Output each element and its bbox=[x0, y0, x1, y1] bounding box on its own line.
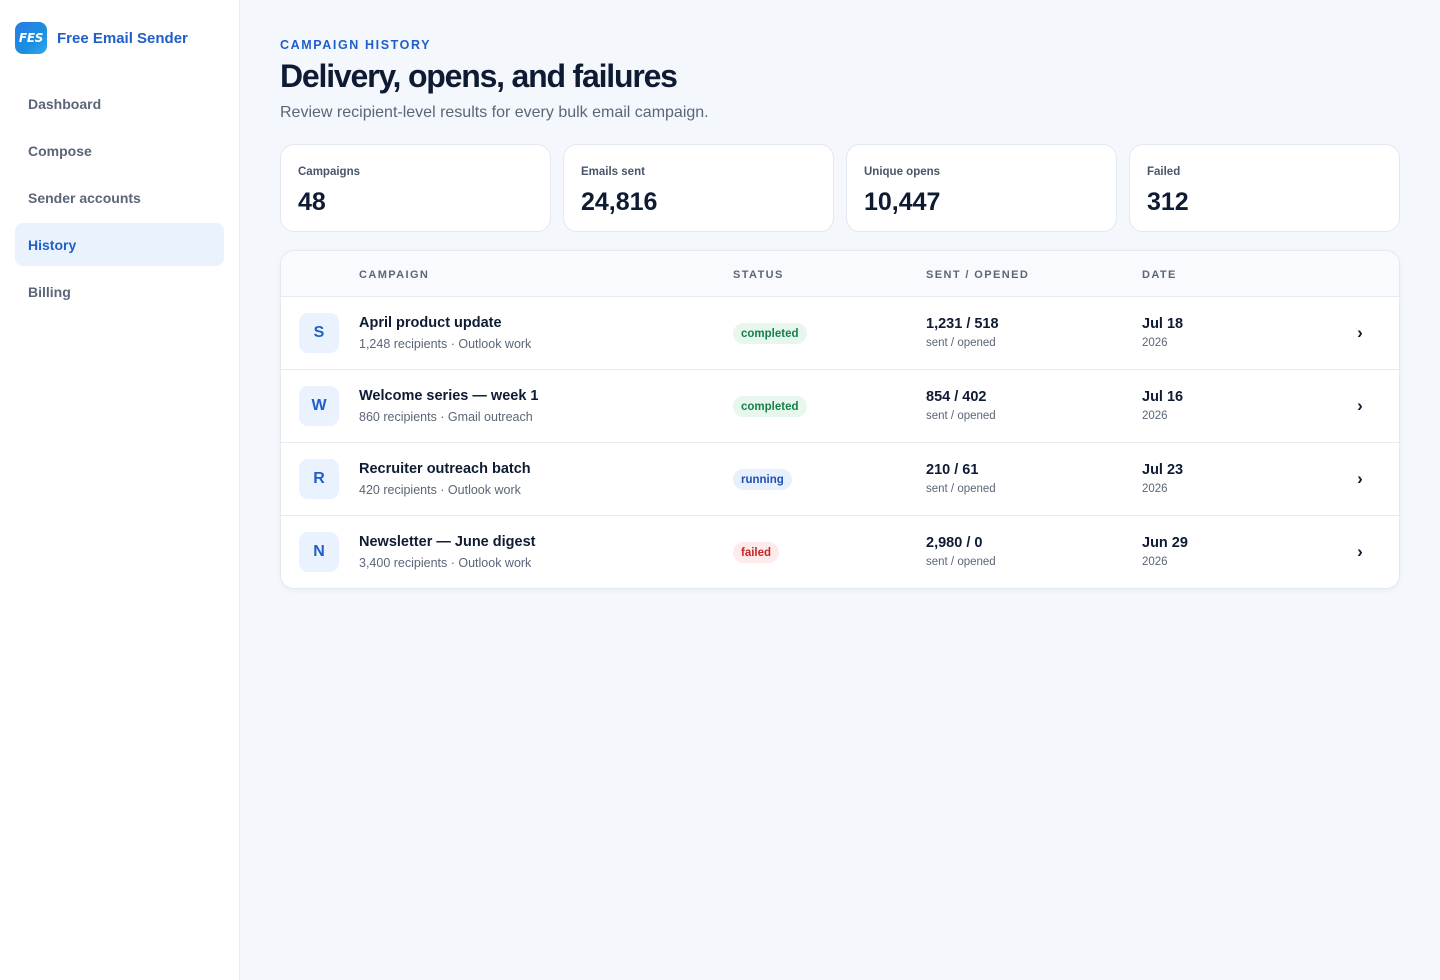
table-row[interactable]: S April product update 1,248 recipients … bbox=[281, 297, 1399, 370]
campaign-avatar: W bbox=[299, 386, 339, 426]
table-header: CAMPAIGN STATUS SENT / OPENED DATE bbox=[281, 251, 1399, 297]
page-eyebrow: CAMPAIGN HISTORY bbox=[280, 38, 432, 52]
sent-opened-value: 2,980 / 0 bbox=[926, 535, 983, 551]
sidebar-item-dashboard[interactable]: Dashboard bbox=[15, 82, 224, 125]
stat-value: 24,816 bbox=[581, 188, 658, 216]
table-row[interactable]: N Newsletter — June digest 3,400 recipie… bbox=[281, 516, 1399, 588]
stat-card-failed: Failed 312 bbox=[1129, 144, 1400, 232]
app-logo: FES bbox=[15, 22, 47, 54]
campaign-year: 2026 bbox=[1142, 337, 1168, 349]
status-badge: completed bbox=[733, 323, 807, 344]
stat-label: Campaigns bbox=[298, 166, 360, 178]
app-name: Free Email Sender bbox=[57, 29, 188, 47]
page-subtitle: Review recipient-level results for every… bbox=[280, 104, 709, 121]
chevron-right-icon[interactable]: › bbox=[1351, 467, 1369, 491]
campaign-avatar: S bbox=[299, 313, 339, 353]
sidebar-item-history[interactable]: History bbox=[15, 223, 224, 266]
campaign-year: 2026 bbox=[1142, 483, 1168, 495]
campaign-table: CAMPAIGN STATUS SENT / OPENED DATE S Apr… bbox=[280, 250, 1400, 589]
sidebar-item-sender-accounts[interactable]: Sender accounts bbox=[15, 176, 224, 219]
sent-opened-value: 854 / 402 bbox=[926, 389, 987, 405]
stat-value: 48 bbox=[298, 188, 326, 216]
chevron-right-icon[interactable]: › bbox=[1351, 321, 1369, 345]
campaign-date: Jul 16 bbox=[1142, 389, 1184, 405]
campaign-avatar: R bbox=[299, 459, 339, 499]
sidebar-nav: Dashboard Compose Sender accounts Histor… bbox=[15, 82, 224, 317]
campaign-meta: 1,248 recipients · Outlook work bbox=[359, 337, 532, 351]
campaign-name: Newsletter — June digest bbox=[359, 534, 536, 550]
sent-opened-label: sent / opened bbox=[926, 337, 996, 349]
stat-label: Emails sent bbox=[581, 166, 645, 178]
status-badge: failed bbox=[733, 542, 780, 563]
stats-row: Campaigns 48 Emails sent 24,816 Unique o… bbox=[280, 144, 1400, 232]
campaign-avatar: N bbox=[299, 532, 339, 572]
stat-card-campaigns: Campaigns 48 bbox=[280, 144, 551, 232]
stat-card-unique-opens: Unique opens 10,447 bbox=[846, 144, 1117, 232]
sent-opened-label: sent / opened bbox=[926, 483, 996, 495]
sent-opened-value: 210 / 61 bbox=[926, 462, 979, 478]
campaign-name: April product update bbox=[359, 315, 502, 331]
campaign-meta: 3,400 recipients · Outlook work bbox=[359, 556, 532, 570]
sent-opened-label: sent / opened bbox=[926, 410, 996, 422]
campaign-name: Welcome series — week 1 bbox=[359, 388, 539, 404]
campaign-meta: 860 recipients · Gmail outreach bbox=[359, 410, 533, 424]
table-row[interactable]: R Recruiter outreach batch 420 recipient… bbox=[281, 443, 1399, 516]
status-badge: completed bbox=[733, 396, 807, 417]
chevron-right-icon[interactable]: › bbox=[1351, 540, 1369, 564]
sidebar-item-billing[interactable]: Billing bbox=[15, 270, 224, 313]
campaign-date: Jul 23 bbox=[1142, 462, 1184, 478]
campaign-date: Jun 29 bbox=[1142, 535, 1188, 551]
column-header-date: DATE bbox=[1142, 269, 1177, 281]
brand[interactable]: FES Free Email Sender bbox=[15, 22, 188, 54]
campaign-year: 2026 bbox=[1142, 556, 1168, 568]
stat-value: 10,447 bbox=[864, 188, 941, 216]
sidebar: FES Free Email Sender Dashboard Compose … bbox=[0, 0, 240, 980]
campaign-year: 2026 bbox=[1142, 410, 1168, 422]
page-title: Delivery, opens, and failures bbox=[280, 58, 678, 94]
status-badge: running bbox=[733, 469, 792, 490]
column-header-campaign: CAMPAIGN bbox=[359, 269, 430, 281]
stat-label: Unique opens bbox=[864, 166, 941, 178]
campaign-meta: 420 recipients · Outlook work bbox=[359, 483, 521, 497]
stat-label: Failed bbox=[1147, 166, 1181, 178]
sidebar-item-compose[interactable]: Compose bbox=[15, 129, 224, 172]
stat-value: 312 bbox=[1147, 188, 1189, 216]
column-header-sent-opened: SENT / OPENED bbox=[926, 269, 1030, 281]
table-row[interactable]: W Welcome series — week 1 860 recipients… bbox=[281, 370, 1399, 443]
stat-card-emails-sent: Emails sent 24,816 bbox=[563, 144, 834, 232]
campaign-date: Jul 18 bbox=[1142, 316, 1184, 332]
column-header-status: STATUS bbox=[733, 269, 784, 281]
chevron-right-icon[interactable]: › bbox=[1351, 394, 1369, 418]
campaign-name: Recruiter outreach batch bbox=[359, 461, 531, 477]
sent-opened-value: 1,231 / 518 bbox=[926, 316, 999, 332]
sent-opened-label: sent / opened bbox=[926, 556, 996, 568]
